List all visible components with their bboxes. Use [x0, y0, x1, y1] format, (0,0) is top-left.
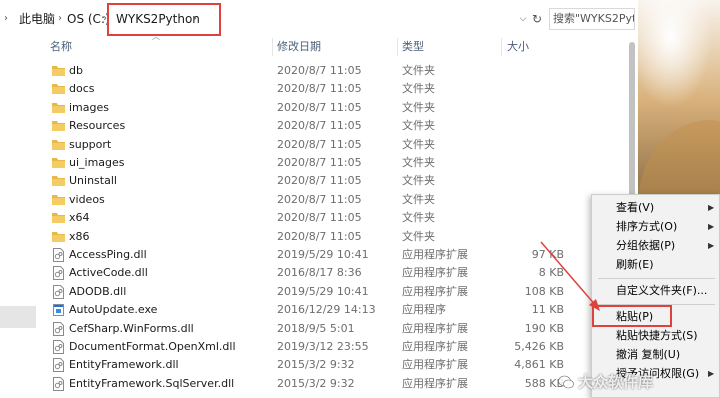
- watermark-text: 大众软件库: [578, 373, 654, 391]
- wechat-logo-icon: [558, 375, 574, 389]
- annotation-arrow: [540, 241, 600, 311]
